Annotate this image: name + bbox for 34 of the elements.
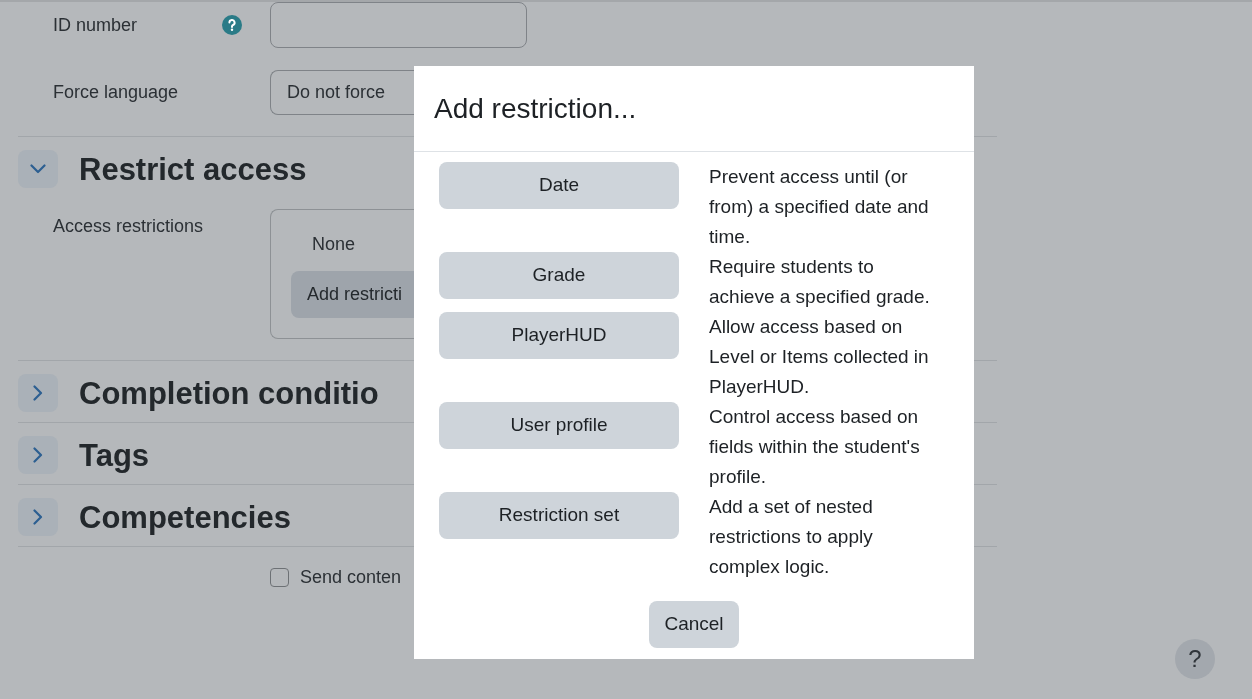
restriction-type-button[interactable]: Date xyxy=(439,162,679,209)
add-restriction-button[interactable]: Add restricti xyxy=(291,271,414,318)
field-label: Access restrictions xyxy=(53,216,204,236)
section-heading: Completion conditio xyxy=(79,377,379,409)
chevron-right-icon xyxy=(33,447,43,463)
restrictions-status: None xyxy=(312,234,356,254)
help-icon[interactable] xyxy=(222,15,242,35)
chevron-down-icon xyxy=(30,164,46,174)
section-heading: Tags xyxy=(79,439,150,471)
restriction-description: Require students to achieve a specified grade. xyxy=(709,255,931,309)
section-toggle[interactable] xyxy=(18,498,58,536)
cancel-button[interactable]: Cancel xyxy=(649,601,739,648)
section-toggle[interactable] xyxy=(18,374,58,412)
id-number-field[interactable] xyxy=(270,2,527,48)
dialog-title: Add restriction... xyxy=(434,94,637,123)
restriction-description: Prevent access until (or from) a specified date and time. xyxy=(709,165,930,249)
help-button[interactable]: ? xyxy=(1175,639,1215,679)
restriction-description: Add a set of nested restrictions to apply complex logic. xyxy=(709,495,874,579)
chevron-right-icon xyxy=(33,385,43,401)
restriction-type-button[interactable]: PlayerHUD xyxy=(439,312,679,359)
section-toggle[interactable] xyxy=(18,436,58,474)
restriction-description: Control access based on fields within the student's profile. xyxy=(709,405,921,489)
restriction-type-button[interactable]: Restriction set xyxy=(439,492,679,539)
restriction-type-button[interactable]: User profile xyxy=(439,402,679,449)
checkbox[interactable] xyxy=(270,568,289,587)
checkbox-label: Send conten xyxy=(300,566,402,589)
section-heading: Restrict access xyxy=(79,153,307,185)
section-heading: Competencies xyxy=(79,501,291,533)
chevron-right-icon xyxy=(33,509,43,525)
restriction-description: Allow access based on Level or Items collected in PlayerHUD. xyxy=(709,315,930,399)
field-label: ID number xyxy=(53,13,138,37)
section-toggle[interactable] xyxy=(18,150,58,188)
restriction-type-button[interactable]: Grade xyxy=(439,252,679,299)
field-label: Force language xyxy=(53,82,179,102)
